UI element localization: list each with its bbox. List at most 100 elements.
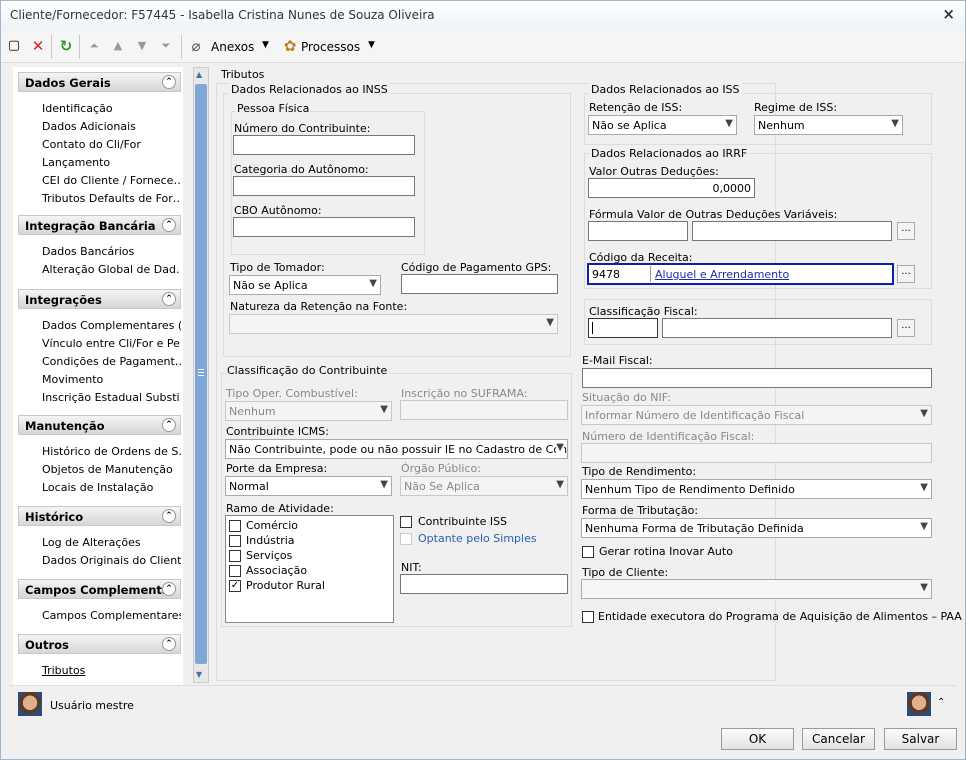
ramo-checkbox[interactable] [229, 535, 241, 547]
sidebar-item[interactable]: Dados Originais do Client… [18, 550, 181, 568]
simples-checkbox[interactable] [400, 533, 412, 545]
sidebar-item[interactable]: Contato do Cli/For [18, 134, 181, 152]
sidebar-item[interactable]: Dados Complementares (… [18, 315, 181, 333]
sidebar-section-header[interactable]: Integração Bancária ⌃ [18, 215, 181, 235]
ok-button[interactable]: OK [721, 728, 794, 750]
orgao-select[interactable]: Não Se Aplica ▼ [400, 476, 568, 496]
user-avatar-right[interactable] [907, 692, 931, 716]
sidebar-item[interactable]: Lançamento [18, 152, 181, 170]
sidebar-item[interactable]: Inscrição Estadual Substi… [18, 387, 181, 405]
collapse-icon[interactable]: ⌃ [162, 218, 176, 232]
class-fiscal-lookup-button[interactable]: ... [897, 319, 915, 337]
sidebar-item[interactable]: Dados Adicionais [18, 116, 181, 134]
new-document-icon[interactable]: ▢ [5, 37, 23, 55]
collapse-icon[interactable]: ⌃ [162, 509, 176, 523]
cod-receita-lookup-button[interactable]: ... [897, 265, 915, 283]
tipo-oper-select[interactable]: Nenhum ▼ [225, 401, 392, 421]
natureza-select[interactable]: ▼ [229, 314, 558, 334]
nif-sit-select[interactable]: Informar Número de Identificação Fiscal ▼ [581, 405, 932, 425]
inovar-checkbox[interactable] [582, 546, 594, 558]
retencao-select[interactable]: Não se Aplica ▼ [588, 115, 737, 135]
porte-value: Normal [229, 480, 269, 493]
cbo-input[interactable] [233, 217, 415, 237]
chevron-down-icon[interactable]: ▼ [368, 40, 375, 50]
gps-input[interactable] [401, 274, 558, 294]
porte-select[interactable]: Normal ▼ [225, 476, 392, 496]
tipo-cliente-select[interactable]: ▼ [581, 579, 932, 599]
processos-button[interactable]: Processos [301, 40, 360, 54]
ramo-checkbox[interactable] [229, 565, 241, 577]
sidebar-item[interactable]: Condições de Pagament… [18, 351, 181, 369]
tipo-rend-select[interactable]: Nenhum Tipo de Rendimento Definido ▼ [581, 479, 932, 499]
scroll-up-icon[interactable]: ▲ [196, 70, 202, 79]
cod-receita-field[interactable]: 9478 Aluguel e Arrendamento [587, 263, 894, 285]
formula-code-input[interactable] [588, 221, 688, 241]
chevron-down-icon: ▼ [920, 408, 928, 419]
ramo-checkbox[interactable] [229, 520, 241, 532]
tipo-tomador-select[interactable]: Não se Aplica ▼ [229, 275, 381, 295]
chevron-down-icon[interactable]: ▼ [262, 40, 269, 50]
contrib-iss-checkbox[interactable] [400, 516, 412, 528]
nit-input[interactable] [400, 574, 568, 594]
valor-outras-input[interactable]: 0,0000 [588, 178, 755, 198]
last-record-icon[interactable]: ⏷ [157, 37, 175, 55]
collapse-icon[interactable]: ⌃ [162, 637, 176, 651]
sidebar-item[interactable]: Campos Complementares [18, 605, 181, 623]
next-record-icon[interactable]: ▼ [133, 37, 151, 55]
sidebar-item[interactable]: Vínculo entre Cli/For e Pe… [18, 333, 181, 351]
formula-desc-input[interactable] [692, 221, 892, 241]
sidebar-item[interactable]: Histórico de Ordens de S… [18, 441, 181, 459]
cat-aut-input[interactable] [233, 176, 415, 196]
sidebar-section-header[interactable]: Dados Gerais ⌃ [18, 72, 181, 92]
ramo-checkbox[interactable]: ✓ [229, 580, 241, 592]
sidebar-section-header[interactable]: Histórico ⌃ [18, 506, 181, 526]
sidebar-section-header[interactable]: Manutenção ⌃ [18, 415, 181, 435]
save-button[interactable]: Salvar [884, 728, 957, 750]
previous-record-icon[interactable]: ▲ [109, 37, 127, 55]
delete-icon[interactable]: ✕ [29, 37, 47, 55]
class-fiscal-desc-input[interactable] [662, 318, 892, 338]
sidebar-item[interactable]: Dados Bancários [18, 241, 181, 259]
sidebar-item[interactable]: Alteração Global de Dad… [18, 259, 181, 277]
sidebar-item[interactable]: Log de Alterações [18, 532, 181, 550]
sidebar-item[interactable]: Tributos [18, 660, 181, 678]
refresh-icon[interactable]: ↻ [57, 37, 75, 55]
sidebar-item[interactable]: Movimento [18, 369, 181, 387]
collapse-icon[interactable]: ⌃ [162, 418, 176, 432]
class-fiscal-code-input[interactable] [588, 318, 658, 338]
chevron-down-icon: ▼ [891, 118, 899, 129]
formula-lookup-button[interactable]: ... [897, 222, 915, 240]
sidebar: Dados Gerais ⌃ Identificação Dados Adiciona… [13, 67, 183, 685]
sidebar-section-header[interactable]: Campos Complementar ⌃ [18, 579, 181, 599]
sidebar-item[interactable]: Identificação [18, 98, 181, 116]
close-icon[interactable]: × [942, 5, 955, 23]
ramo-checkbox[interactable] [229, 550, 241, 562]
regime-select[interactable]: Nenhum ▼ [754, 115, 903, 135]
contrib-iss-label: Contribuinte ISS [418, 515, 508, 528]
sidebar-item[interactable]: Tributos Defaults de For… [18, 188, 181, 206]
forma-trib-select[interactable]: Nenhuma Forma de Tributação Definida ▼ [581, 518, 932, 538]
sidebar-section-header[interactable]: Outros ⌃ [18, 634, 181, 654]
icms-select[interactable]: Não Contribuinte, pode ou não possuir IE… [225, 439, 568, 459]
sidebar-item[interactable]: Objetos de Manutenção [18, 459, 181, 477]
sidebar-item[interactable]: CEI do Cliente / Fornece… [18, 170, 181, 188]
anexos-button[interactable]: Anexos [211, 40, 254, 54]
sidebar-scrollbar[interactable]: ▲ ▼ [193, 67, 209, 683]
collapse-icon[interactable]: ⌃ [162, 582, 176, 596]
num-contrib-input[interactable] [233, 135, 415, 155]
paa-checkbox[interactable] [582, 611, 594, 623]
sidebar-item[interactable]: Locais de Instalação [18, 477, 181, 495]
first-record-icon[interactable]: ⏶ [85, 37, 103, 55]
collapse-icon[interactable]: ⌃ [162, 292, 176, 306]
scroll-down-icon[interactable]: ▼ [196, 670, 202, 679]
sidebar-section-header[interactable]: Integrações ⌃ [18, 289, 181, 309]
num-contrib-label: Número do Contribuinte: [234, 122, 371, 135]
cancel-button[interactable]: Cancelar [802, 728, 875, 750]
nif-num-input[interactable] [581, 443, 932, 463]
cod-receita-link[interactable]: Aluguel e Arrendamento [655, 268, 789, 281]
suframa-input[interactable] [400, 400, 568, 420]
scrollbar-thumb[interactable] [195, 84, 207, 664]
collapse-icon[interactable]: ⌃ [162, 75, 176, 89]
chevron-up-icon[interactable]: ⌃ [937, 697, 945, 708]
email-input[interactable] [582, 368, 932, 388]
